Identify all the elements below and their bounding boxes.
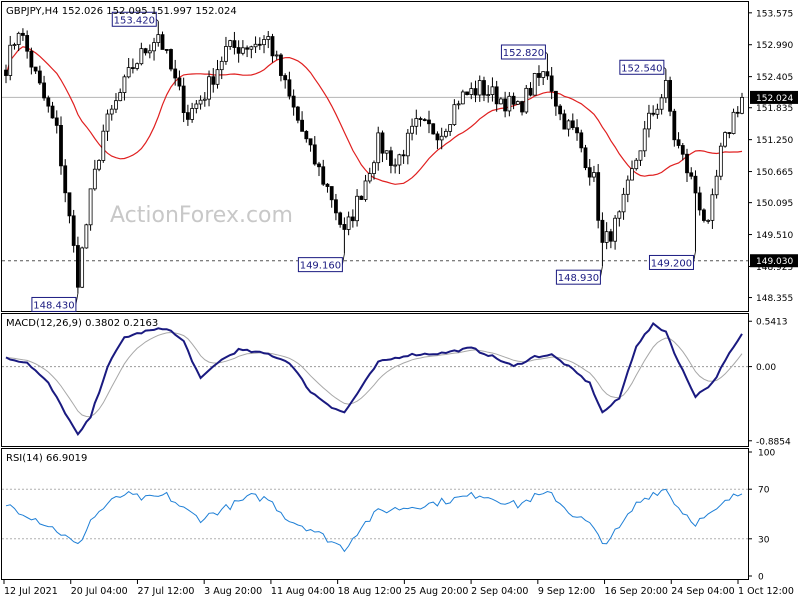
price-axis-badge: 152.024: [750, 90, 798, 104]
chart-root: ActionForex.com 153.420152.820152.540148…: [1, 1, 798, 597]
candle: [532, 72, 537, 96]
x-tick-label: 2 Sep 04:00: [471, 586, 528, 597]
candle: [731, 108, 736, 135]
candle: [583, 144, 588, 171]
candle: [84, 223, 89, 249]
price-tick-label: 148.355: [756, 294, 793, 304]
price-callout-label: 149.160: [300, 261, 341, 272]
x-tick-label: 18 Aug 12:00: [338, 586, 402, 597]
x-tick-label: 12 Jul 2021: [4, 586, 58, 597]
candle: [460, 89, 465, 105]
x-tick-label: 27 Jul 12:00: [137, 586, 194, 597]
price-axis-badge: 149.030: [750, 254, 798, 268]
macd-axis: 0.5413 0.00 -0.8854: [748, 318, 791, 447]
candle: [80, 246, 85, 289]
rsi-axis: 100 70 30 0: [748, 449, 775, 583]
macd-label: MACD(12,26,9) 0.3802 0.2163: [6, 318, 158, 329]
price-axis-badge-label: 149.030: [756, 257, 793, 267]
rsi-panel-frame: [1, 448, 749, 580]
price-callout-label: 148.430: [33, 300, 74, 311]
x-tick-label: 1 Oct 12:00: [738, 586, 794, 597]
candle: [723, 131, 727, 148]
candle: [634, 157, 639, 171]
macd-panel-frame: [1, 313, 749, 447]
macd-tick-label: 0.00: [756, 363, 776, 373]
price-tick-label: 150.665: [756, 168, 793, 178]
watermark: ActionForex.com: [110, 203, 293, 228]
price-tick-label: 153.575: [756, 9, 793, 19]
rsi-tick-label: 0: [758, 573, 764, 583]
price-tick-label: 151.250: [756, 136, 793, 146]
candle: [169, 48, 173, 72]
candle: [596, 164, 601, 229]
rsi-tick-label: 70: [758, 486, 770, 496]
candle: [359, 195, 364, 200]
candle: [160, 31, 165, 50]
price-tick-label: 152.405: [756, 73, 793, 83]
x-axis: 12 Jul 2021 20 Jul 04:00 27 Jul 12:00 3 Aug…: [3, 580, 794, 597]
candle: [718, 142, 723, 181]
candle: [76, 236, 80, 294]
candle: [668, 76, 672, 117]
candle: [431, 123, 436, 135]
price-axis: 153.575 152.990 152.405 151.835 151.250 150.6…: [748, 9, 798, 304]
price-tick-label: 149.510: [756, 231, 793, 241]
rsi-tick-label: 30: [758, 535, 770, 545]
x-tick-label: 24 Sep 04:00: [671, 586, 734, 597]
price-callout-label: 152.540: [621, 63, 662, 74]
candle: [702, 208, 706, 223]
x-tick-label: 9 Sep 12:00: [538, 586, 595, 597]
price-header-label: GBPJPY,H4 152.026 152.095 151.997 152.02…: [6, 6, 237, 17]
x-tick-label: 11 Aug 04:00: [271, 586, 335, 597]
price-callout-label: 152.820: [503, 48, 544, 59]
price-callout-label: 149.200: [651, 258, 692, 269]
macd-tick-label: 0.5413: [756, 318, 788, 328]
candle: [59, 116, 63, 175]
x-tick-label: 16 Sep 20:00: [605, 586, 668, 597]
x-tick-label: 3 Aug 20:00: [204, 586, 262, 597]
candle: [97, 159, 101, 172]
price-axis-badge-label: 152.024: [756, 94, 793, 104]
price-tick-label: 151.835: [756, 104, 793, 114]
rsi-tick-label: 100: [758, 449, 775, 459]
x-tick-label: 20 Jul 04:00: [71, 586, 128, 597]
x-tick-label: 25 Aug 20:00: [404, 586, 468, 597]
candle: [524, 84, 529, 114]
price-callout: 152.540: [619, 59, 667, 75]
candle: [465, 91, 469, 96]
macd-tick-label: -0.8854: [756, 437, 791, 447]
price-tick-label: 150.095: [756, 199, 793, 209]
price-callout-label: 148.930: [558, 273, 599, 284]
candle: [88, 188, 93, 231]
price-tick-label: 152.990: [756, 41, 793, 51]
price-callout: 152.820: [500, 44, 548, 60]
rsi-label: RSI(14) 66.9019: [6, 453, 87, 464]
